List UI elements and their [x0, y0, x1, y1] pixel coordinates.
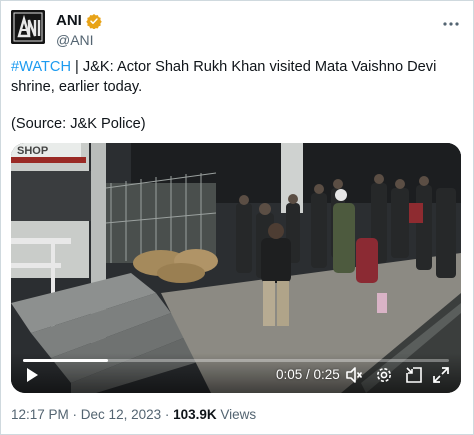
- tweet-body: | J&K: Actor Shah Rukh Khan visited Mata…: [11, 59, 437, 95]
- video-progress-bar[interactable]: [23, 359, 449, 362]
- video-controls: 0:05 / 0:25: [11, 353, 461, 393]
- verified-badge-icon: [86, 14, 102, 29]
- tweet-card: ANI @ANI #WATCH | J&K: Actor Shah Rukh K…: [0, 0, 474, 435]
- tweet-footer: 12:17 PM · Dec 12, 2023 · 103.9K Views: [11, 406, 256, 424]
- volume-icon[interactable]: [345, 366, 363, 384]
- tweet-date[interactable]: Dec 12, 2023: [81, 407, 161, 422]
- avatar[interactable]: [11, 10, 45, 44]
- views-count: 103.9K: [173, 407, 217, 422]
- author-handle[interactable]: @ANI: [56, 31, 102, 49]
- pip-icon[interactable]: [405, 366, 423, 384]
- tweet-text: #WATCH | J&K: Actor Shah Rukh Khan visit…: [11, 57, 461, 97]
- author-name[interactable]: ANI: [56, 12, 82, 30]
- settings-icon[interactable]: [375, 366, 393, 384]
- video-progress-fill: [23, 359, 109, 362]
- tweet-time[interactable]: 12:17 PM: [11, 407, 69, 422]
- more-options-icon[interactable]: [441, 14, 461, 34]
- tweet-source-line: (Source: J&K Police): [11, 116, 146, 132]
- footer-separator: ·: [68, 407, 81, 422]
- shop-sign-text: SHOP: [17, 145, 48, 157]
- ani-logo-icon: [11, 10, 45, 44]
- author-info: ANI @ANI: [56, 12, 102, 49]
- tweet-header: ANI @ANI: [11, 10, 465, 50]
- fullscreen-icon[interactable]: [432, 366, 450, 384]
- video-time: 0:05 / 0:25: [276, 367, 340, 382]
- hashtag-link[interactable]: #WATCH: [11, 59, 71, 75]
- footer-separator-2: ·: [161, 407, 174, 422]
- play-icon[interactable]: [23, 366, 41, 384]
- video-player[interactable]: SHOP 0:05 / 0:25: [11, 143, 461, 393]
- views-label: Views: [216, 407, 257, 422]
